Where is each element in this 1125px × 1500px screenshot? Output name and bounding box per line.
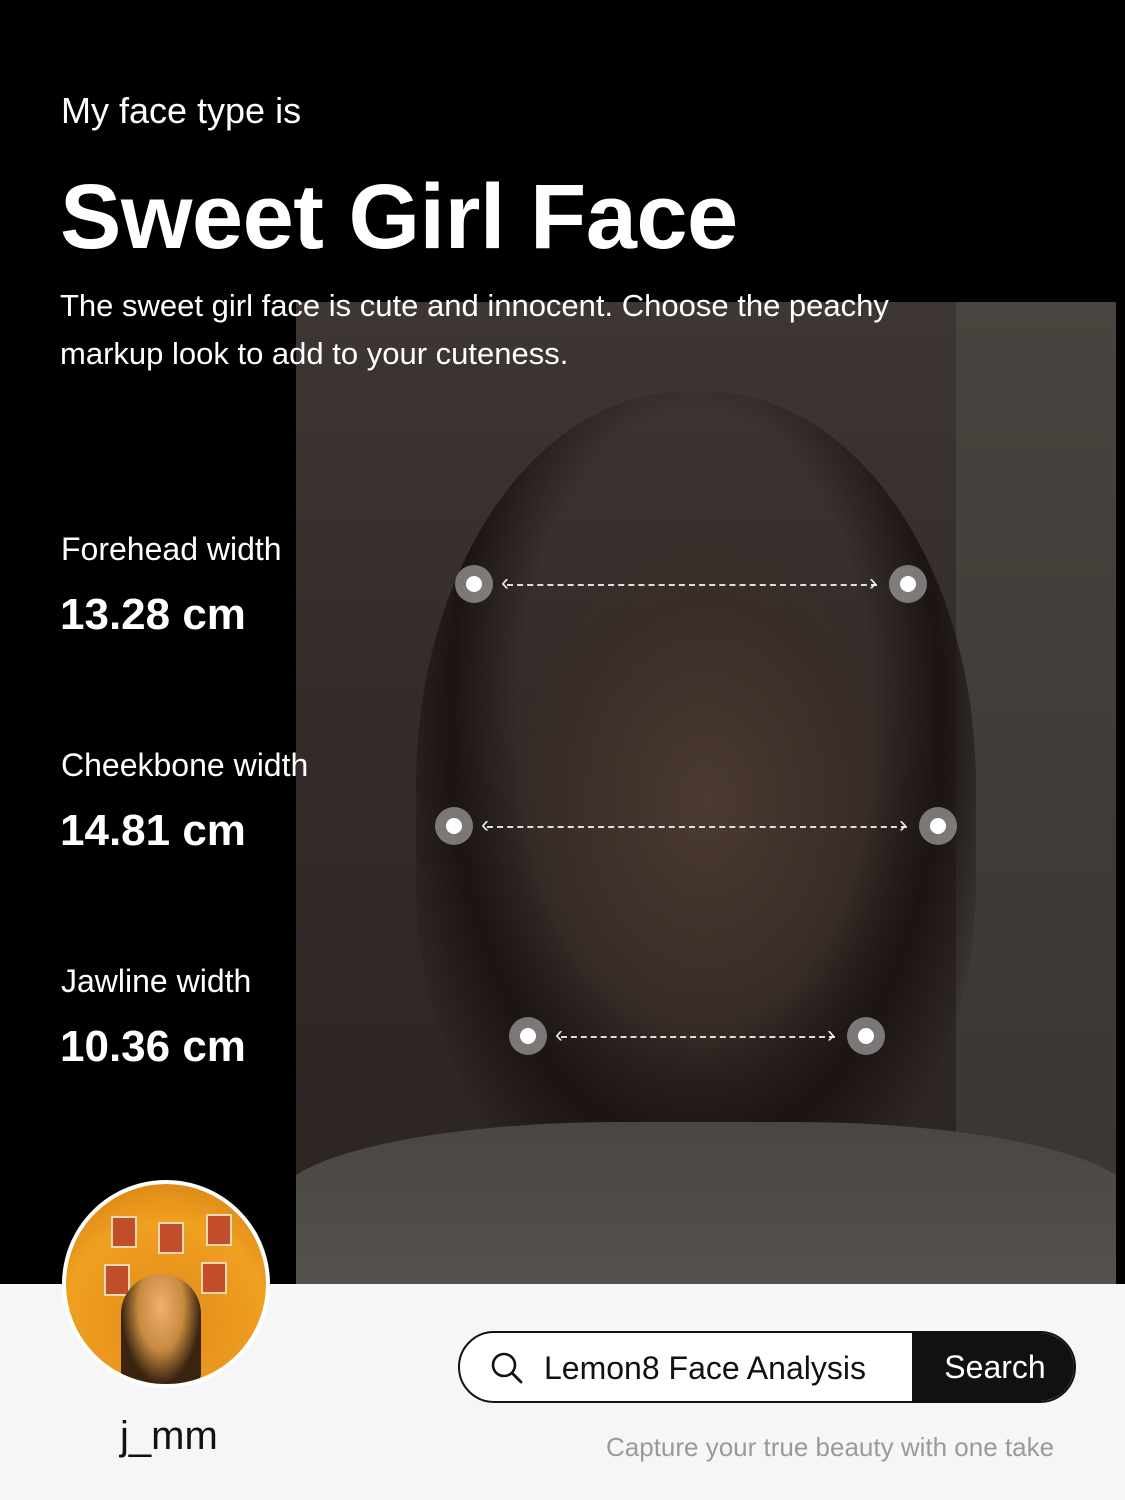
measure-point-icon — [919, 807, 957, 845]
avatar-photo-detail — [158, 1222, 184, 1254]
arrow-right-icon: › — [899, 811, 907, 838]
search-button[interactable]: Search — [912, 1333, 1074, 1401]
username[interactable]: j_mm — [120, 1414, 218, 1459]
face-photo — [296, 302, 1116, 1284]
search-icon — [491, 1352, 523, 1384]
search-bar[interactable]: Lemon8 Face Analysis Search — [458, 1331, 1076, 1403]
arrow-right-icon: › — [869, 569, 877, 596]
cheekbone-width-value: 14.81 cm — [60, 806, 246, 855]
measure-point-icon — [435, 807, 473, 845]
avatar[interactable] — [62, 1180, 270, 1388]
intro-text: My face type is — [61, 90, 302, 131]
arrow-left-icon: ‹ — [481, 811, 489, 838]
search-query[interactable]: Lemon8 Face Analysis — [544, 1350, 866, 1387]
arrow-left-icon: ‹ — [501, 569, 509, 596]
measure-point-icon — [889, 565, 927, 603]
measure-point-icon — [509, 1017, 547, 1055]
jawline-width-value: 10.36 cm — [60, 1022, 246, 1071]
tagline: Capture your true beauty with one take — [606, 1432, 1055, 1462]
avatar-photo-detail — [206, 1214, 232, 1246]
photo-shirt — [296, 1122, 1116, 1284]
dashed-line — [487, 826, 907, 828]
cheekbone-width-label: Cheekbone width — [61, 747, 309, 783]
jawline-width-label: Jawline width — [61, 963, 252, 999]
dashed-line — [561, 1036, 835, 1038]
face-type-title: Sweet Girl Face — [60, 166, 738, 268]
measure-point-icon — [847, 1017, 885, 1055]
forehead-width-label: Forehead width — [61, 531, 282, 567]
avatar-person — [121, 1274, 201, 1384]
avatar-photo-detail — [111, 1216, 137, 1248]
forehead-measure-line: ‹ › — [455, 565, 927, 605]
avatar-photo-detail — [104, 1264, 130, 1296]
avatar-photo-detail — [201, 1262, 227, 1294]
cheekbone-measure-line: ‹ › — [435, 807, 957, 847]
arrow-right-icon: › — [827, 1021, 835, 1048]
photo-hair — [416, 392, 976, 1212]
face-type-description: The sweet girl face is cute and innocent… — [60, 288, 889, 371]
measure-point-icon — [455, 565, 493, 603]
dashed-line — [507, 584, 877, 586]
forehead-width-value: 13.28 cm — [60, 590, 246, 639]
jawline-measure-line: ‹ › — [509, 1017, 885, 1057]
arrow-left-icon: ‹ — [555, 1021, 563, 1048]
